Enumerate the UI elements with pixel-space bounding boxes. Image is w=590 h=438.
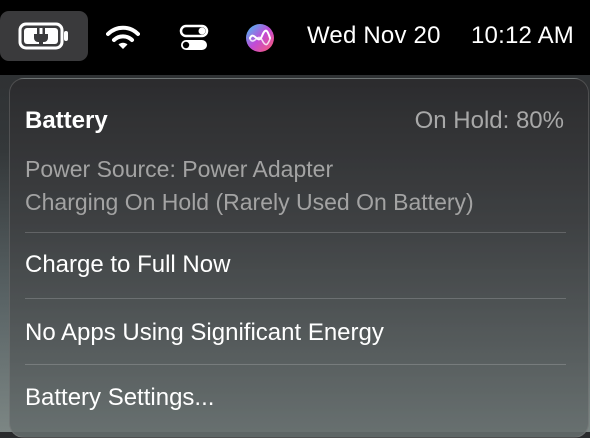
menu-bar: Wed Nov 20 10:12 AM: [0, 0, 590, 75]
menu-separator: [25, 364, 566, 365]
menu-separator: [25, 298, 566, 299]
siri-button[interactable]: [240, 0, 280, 75]
wifi-icon: [106, 25, 140, 49]
battery-charge-status: On Hold: 80%: [414, 107, 564, 134]
energy-usage-item: No Apps Using Significant Energy: [25, 319, 384, 346]
battery-menu: Battery On Hold: 80% Power Source: Power…: [9, 78, 589, 438]
battery-status-button[interactable]: [0, 11, 88, 61]
control-center-button[interactable]: [173, 0, 215, 75]
battery-menu-title: Battery: [25, 107, 108, 134]
wifi-button[interactable]: [100, 0, 146, 75]
power-source-text: Power Source: Power Adapter: [25, 156, 334, 182]
siri-icon: [246, 23, 274, 52]
menubar-time[interactable]: 10:12 AM: [471, 0, 574, 75]
menu-separator: [25, 232, 566, 233]
charge-to-full-now-item[interactable]: Charge to Full Now: [25, 251, 230, 279]
control-center-icon: [179, 24, 209, 50]
charging-on-hold-text: Charging On Hold (Rarely Used On Battery…: [25, 189, 474, 215]
battery-charging-icon: [18, 22, 68, 50]
battery-settings-item[interactable]: Battery Settings...: [25, 384, 214, 412]
menubar-date[interactable]: Wed Nov 20: [307, 0, 441, 75]
